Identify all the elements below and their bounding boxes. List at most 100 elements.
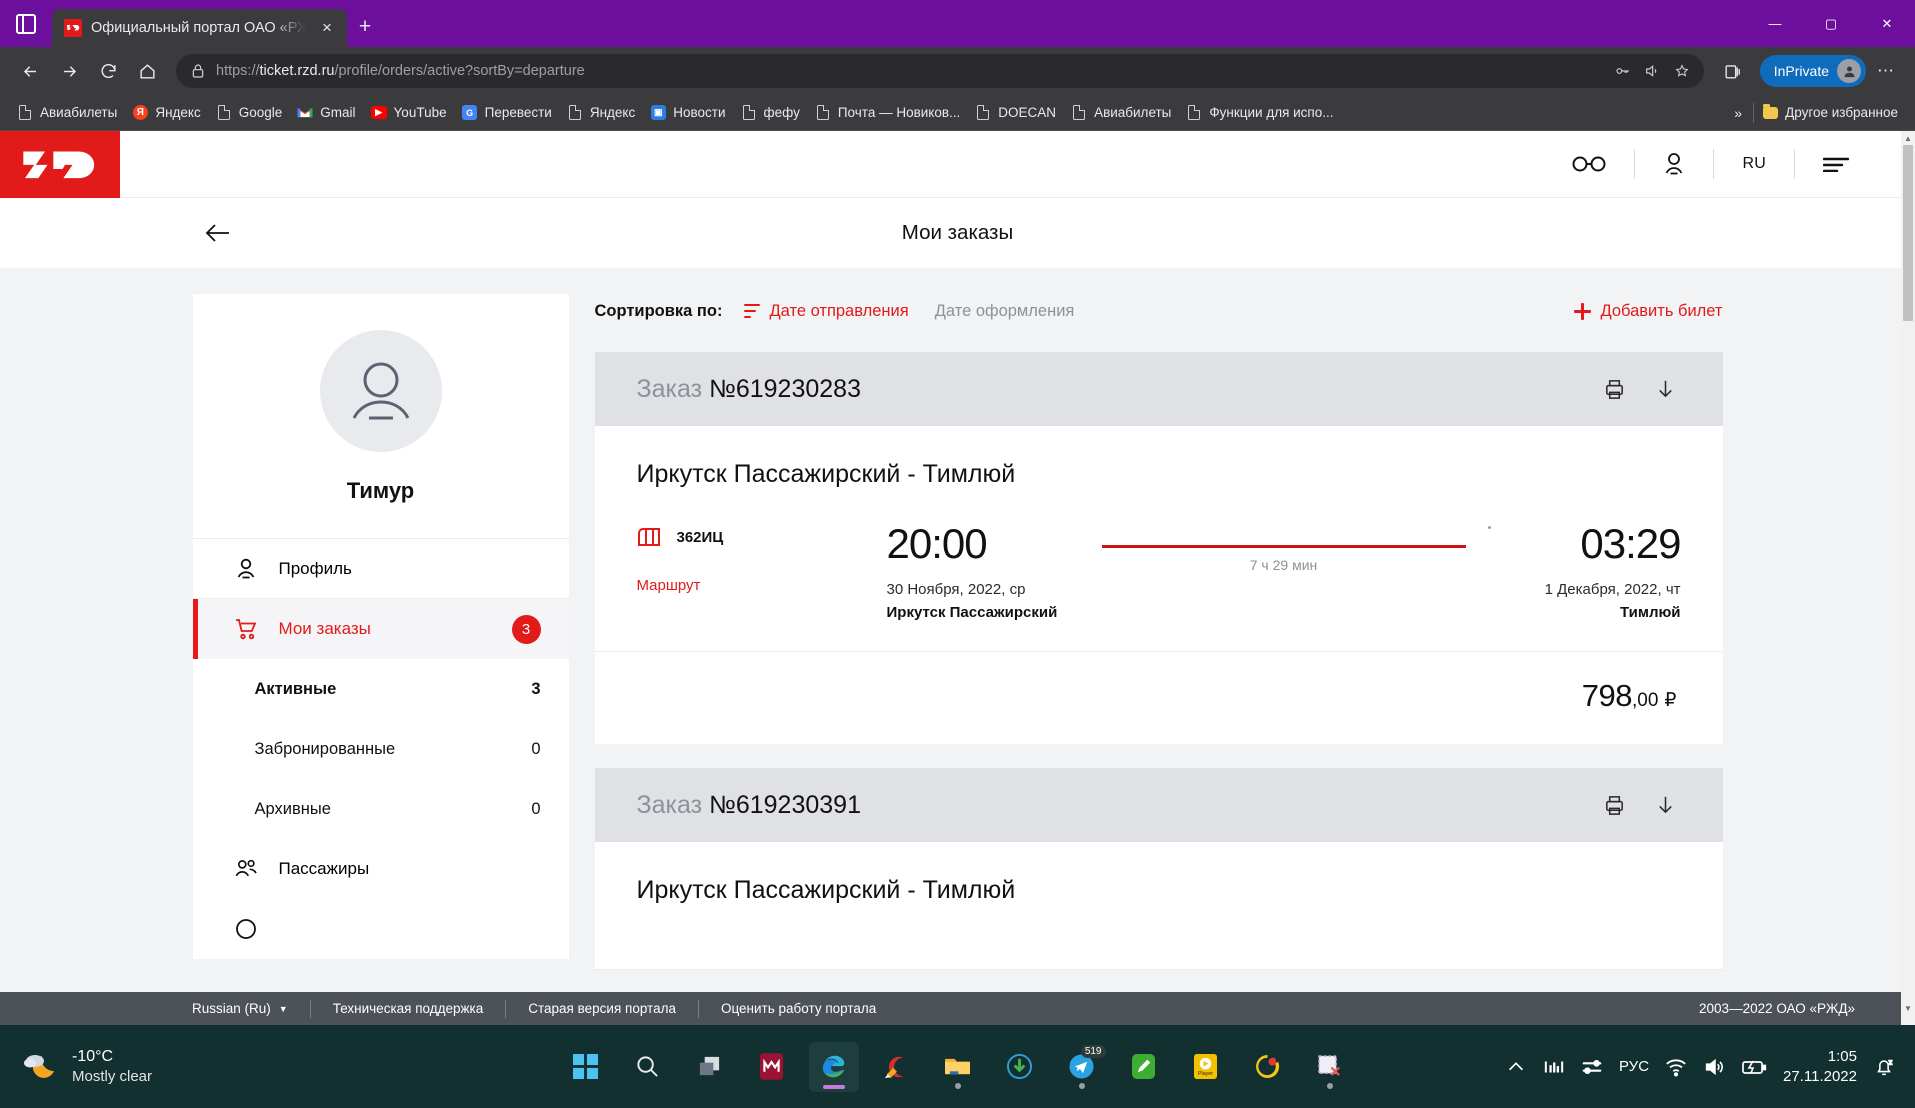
print-icon[interactable] bbox=[1603, 794, 1626, 817]
bookmark-item[interactable]: фефу bbox=[734, 101, 807, 125]
sidebar-item-my-orders[interactable]: Мои заказы 3 bbox=[192, 599, 569, 659]
taskbar-weather-widget[interactable]: -10°C Mostly clear bbox=[14, 1046, 152, 1088]
player-icon[interactable]: Player bbox=[1181, 1042, 1231, 1092]
close-window-button[interactable]: ✕ bbox=[1859, 0, 1915, 47]
notes-icon[interactable] bbox=[1119, 1042, 1169, 1092]
key-icon[interactable] bbox=[1608, 57, 1636, 85]
language-indicator[interactable]: РУС bbox=[1619, 1058, 1649, 1075]
bookmark-item[interactable]: Авиабилеты bbox=[10, 101, 124, 125]
ccleaner-icon[interactable] bbox=[871, 1042, 921, 1092]
start-button[interactable] bbox=[561, 1042, 611, 1092]
sort-option-departure[interactable]: Дате отправления bbox=[744, 302, 909, 321]
sidebar-subitem-booked[interactable]: Забронированные 0 bbox=[193, 719, 569, 779]
favorite-star-icon[interactable] bbox=[1668, 57, 1696, 85]
sidebar-item-partial[interactable] bbox=[193, 899, 569, 959]
order-price-cents: ,00 bbox=[1631, 690, 1659, 711]
download-app-icon[interactable] bbox=[995, 1042, 1045, 1092]
sidebar-item-passengers[interactable]: Пассажиры bbox=[193, 839, 569, 899]
order-number: Заказ №619230283 bbox=[637, 375, 861, 404]
add-ticket-button[interactable]: Добавить билет bbox=[1573, 302, 1723, 321]
profile-card: Тимур bbox=[192, 294, 569, 538]
reload-icon[interactable] bbox=[90, 53, 126, 89]
mailru-icon[interactable] bbox=[747, 1042, 797, 1092]
language-switcher[interactable]: RU bbox=[1714, 155, 1794, 173]
telegram-icon[interactable]: 519 bbox=[1057, 1042, 1107, 1092]
network-meter-icon[interactable] bbox=[1543, 1056, 1565, 1078]
sort-option-issue-date[interactable]: Дате оформления bbox=[935, 302, 1075, 321]
footer-link-old-version[interactable]: Старая версия портала bbox=[506, 1001, 698, 1016]
close-icon[interactable]: × bbox=[315, 16, 339, 40]
inprivate-indicator[interactable]: InPrivate bbox=[1759, 55, 1866, 87]
task-view-icon[interactable] bbox=[685, 1042, 735, 1092]
maximize-button[interactable]: ▢ bbox=[1803, 0, 1859, 47]
sidebar-item-label: Пассажиры bbox=[278, 859, 370, 878]
bookmark-item[interactable]: Почта — Новиков... bbox=[808, 101, 967, 125]
scroll-down-button[interactable]: ▼ bbox=[1901, 992, 1915, 1025]
circle-icon bbox=[233, 916, 259, 942]
other-favorites-button[interactable]: Другое избранное bbox=[1755, 101, 1905, 125]
order-price: 798 bbox=[1581, 678, 1633, 713]
home-icon[interactable] bbox=[129, 53, 165, 89]
edge-icon[interactable] bbox=[808, 1041, 859, 1092]
bookmark-item[interactable]: Gmail bbox=[290, 101, 362, 125]
bookmark-item[interactable]: DOECAN bbox=[968, 101, 1063, 125]
music-icon[interactable] bbox=[1243, 1042, 1293, 1092]
scroll-up-button[interactable]: ▲ bbox=[1901, 131, 1915, 145]
plus-icon bbox=[1573, 302, 1591, 320]
taskbar-clock[interactable]: 1:05 27.11.2022 bbox=[1783, 1047, 1857, 1086]
footer-link-rate-portal[interactable]: Оценить работу портала bbox=[699, 1001, 898, 1016]
minimize-button[interactable]: — bbox=[1747, 0, 1803, 47]
lock-icon bbox=[192, 64, 204, 78]
back-arrow-icon[interactable] bbox=[204, 219, 232, 247]
hamburger-menu-icon[interactable] bbox=[1795, 156, 1877, 172]
collections-icon[interactable] bbox=[1715, 53, 1751, 89]
route-link[interactable]: Маршрут bbox=[637, 577, 887, 594]
tab-actions-button[interactable] bbox=[0, 0, 52, 47]
folder-icon[interactable] bbox=[933, 1042, 983, 1092]
search-icon[interactable] bbox=[623, 1042, 673, 1092]
sidebar-subitem-active[interactable]: Активные 3 bbox=[193, 659, 569, 719]
page-scrollbar[interactable]: ▲ bbox=[1901, 131, 1915, 992]
bookmark-item[interactable]: Google bbox=[209, 101, 290, 125]
scrollbar-thumb[interactable] bbox=[1903, 145, 1913, 321]
forward-arrow-icon[interactable] bbox=[51, 53, 87, 89]
read-aloud-icon[interactable] bbox=[1638, 57, 1666, 85]
download-icon[interactable] bbox=[1654, 794, 1677, 817]
print-icon[interactable] bbox=[1603, 378, 1626, 401]
browser-menu-icon[interactable]: ⋯ bbox=[1869, 54, 1903, 88]
bookmark-item[interactable]: Функции для испо... bbox=[1179, 101, 1340, 125]
bookmark-item[interactable]: G Перевести bbox=[455, 101, 559, 125]
rzd-logo[interactable] bbox=[0, 131, 120, 198]
new-tab-button[interactable]: + bbox=[347, 9, 383, 45]
sidebar-item-profile[interactable]: Профиль bbox=[192, 539, 569, 599]
browser-tab[interactable]: Официальный портал ОАО «РЖ × bbox=[52, 9, 347, 47]
bookmark-label: Перевести bbox=[484, 105, 552, 120]
bookmark-item[interactable]: Я Яндекс bbox=[125, 101, 207, 125]
news-icon: ▣ bbox=[650, 105, 666, 121]
moon-cloud-icon bbox=[22, 1050, 60, 1084]
footer-language-selector[interactable]: Russian (Ru) ▼ bbox=[170, 1001, 310, 1016]
bookmarks-overflow-button[interactable]: » bbox=[1724, 105, 1752, 121]
settings-sliders-icon[interactable] bbox=[1581, 1056, 1603, 1078]
download-icon[interactable] bbox=[1654, 378, 1677, 401]
address-bar[interactable]: https://ticket.rzd.ru/profile/orders/act… bbox=[176, 54, 1704, 88]
departure-station: Иркутск Пассажирский bbox=[886, 604, 1058, 621]
notification-bell-icon[interactable]: z bbox=[1873, 1056, 1895, 1078]
clock-date: 27.11.2022 bbox=[1783, 1067, 1857, 1085]
footer-link-support[interactable]: Техническая поддержка bbox=[311, 1001, 506, 1016]
bookmark-item[interactable]: Яндекс bbox=[560, 101, 642, 125]
chevron-up-icon[interactable] bbox=[1505, 1056, 1527, 1078]
glasses-icon[interactable] bbox=[1544, 156, 1634, 172]
bookmark-item[interactable]: Авиабилеты bbox=[1064, 101, 1178, 125]
bookmark-item[interactable]: ▶ YouTube bbox=[364, 101, 454, 125]
profile-avatar-icon[interactable] bbox=[1837, 59, 1861, 83]
back-arrow-icon[interactable] bbox=[12, 53, 48, 89]
bookmark-item[interactable]: ▣ Новости bbox=[643, 101, 732, 125]
order-header: Заказ №619230391 bbox=[594, 768, 1723, 842]
battery-icon[interactable] bbox=[1741, 1058, 1767, 1076]
person-icon[interactable] bbox=[1635, 152, 1713, 176]
sidebar-subitem-archive[interactable]: Архивные 0 bbox=[193, 779, 569, 839]
wifi-icon[interactable] bbox=[1665, 1056, 1687, 1078]
volume-icon[interactable] bbox=[1703, 1056, 1725, 1078]
snipping-tool-icon[interactable] bbox=[1305, 1042, 1355, 1092]
